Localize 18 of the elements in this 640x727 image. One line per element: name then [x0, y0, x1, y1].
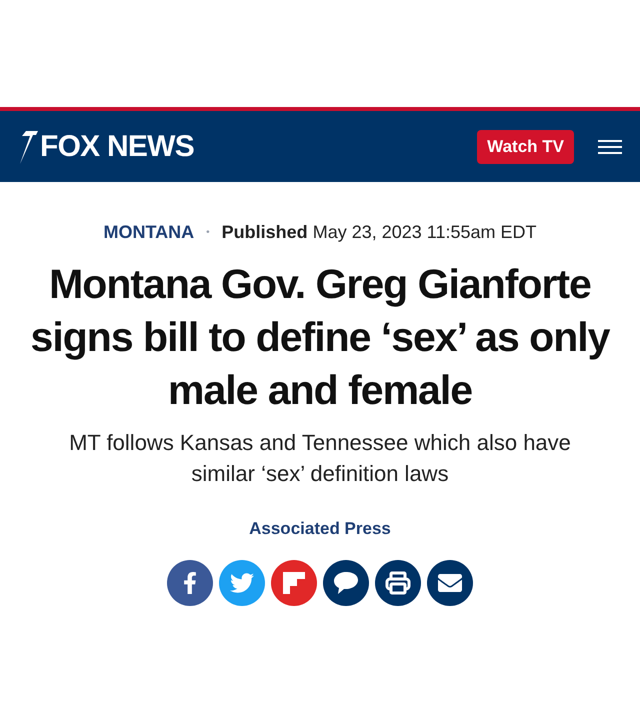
printer-icon	[385, 570, 411, 594]
share-button[interactable]	[375, 560, 421, 606]
menu-icon[interactable]	[598, 140, 622, 154]
published-date: Published May 23, 2023 11:55am EDT	[222, 221, 536, 244]
headline: Montana Gov. Greg Gianforte signs bill to define ‘sex’ as only male and female	[30, 260, 611, 415]
watch-tv-button[interactable]: Watch TV	[477, 130, 574, 164]
share-button[interactable]	[323, 560, 369, 606]
category-link[interactable]: MONTANA	[104, 219, 194, 246]
author-link[interactable]: Associated Press	[249, 516, 391, 542]
bird-icon	[230, 570, 254, 594]
separator: •	[206, 226, 210, 240]
subheadline: MT follows Kansas and Tennessee which also have similar ‘sex’ definition laws	[68, 429, 572, 488]
share-button[interactable]	[167, 560, 213, 606]
logo-mark-icon	[18, 130, 38, 164]
share-button[interactable]	[427, 560, 473, 606]
logo[interactable]: FOX NEWS	[40, 124, 194, 169]
speech-bubble-icon	[333, 570, 359, 594]
flipboard-icon	[283, 572, 305, 594]
